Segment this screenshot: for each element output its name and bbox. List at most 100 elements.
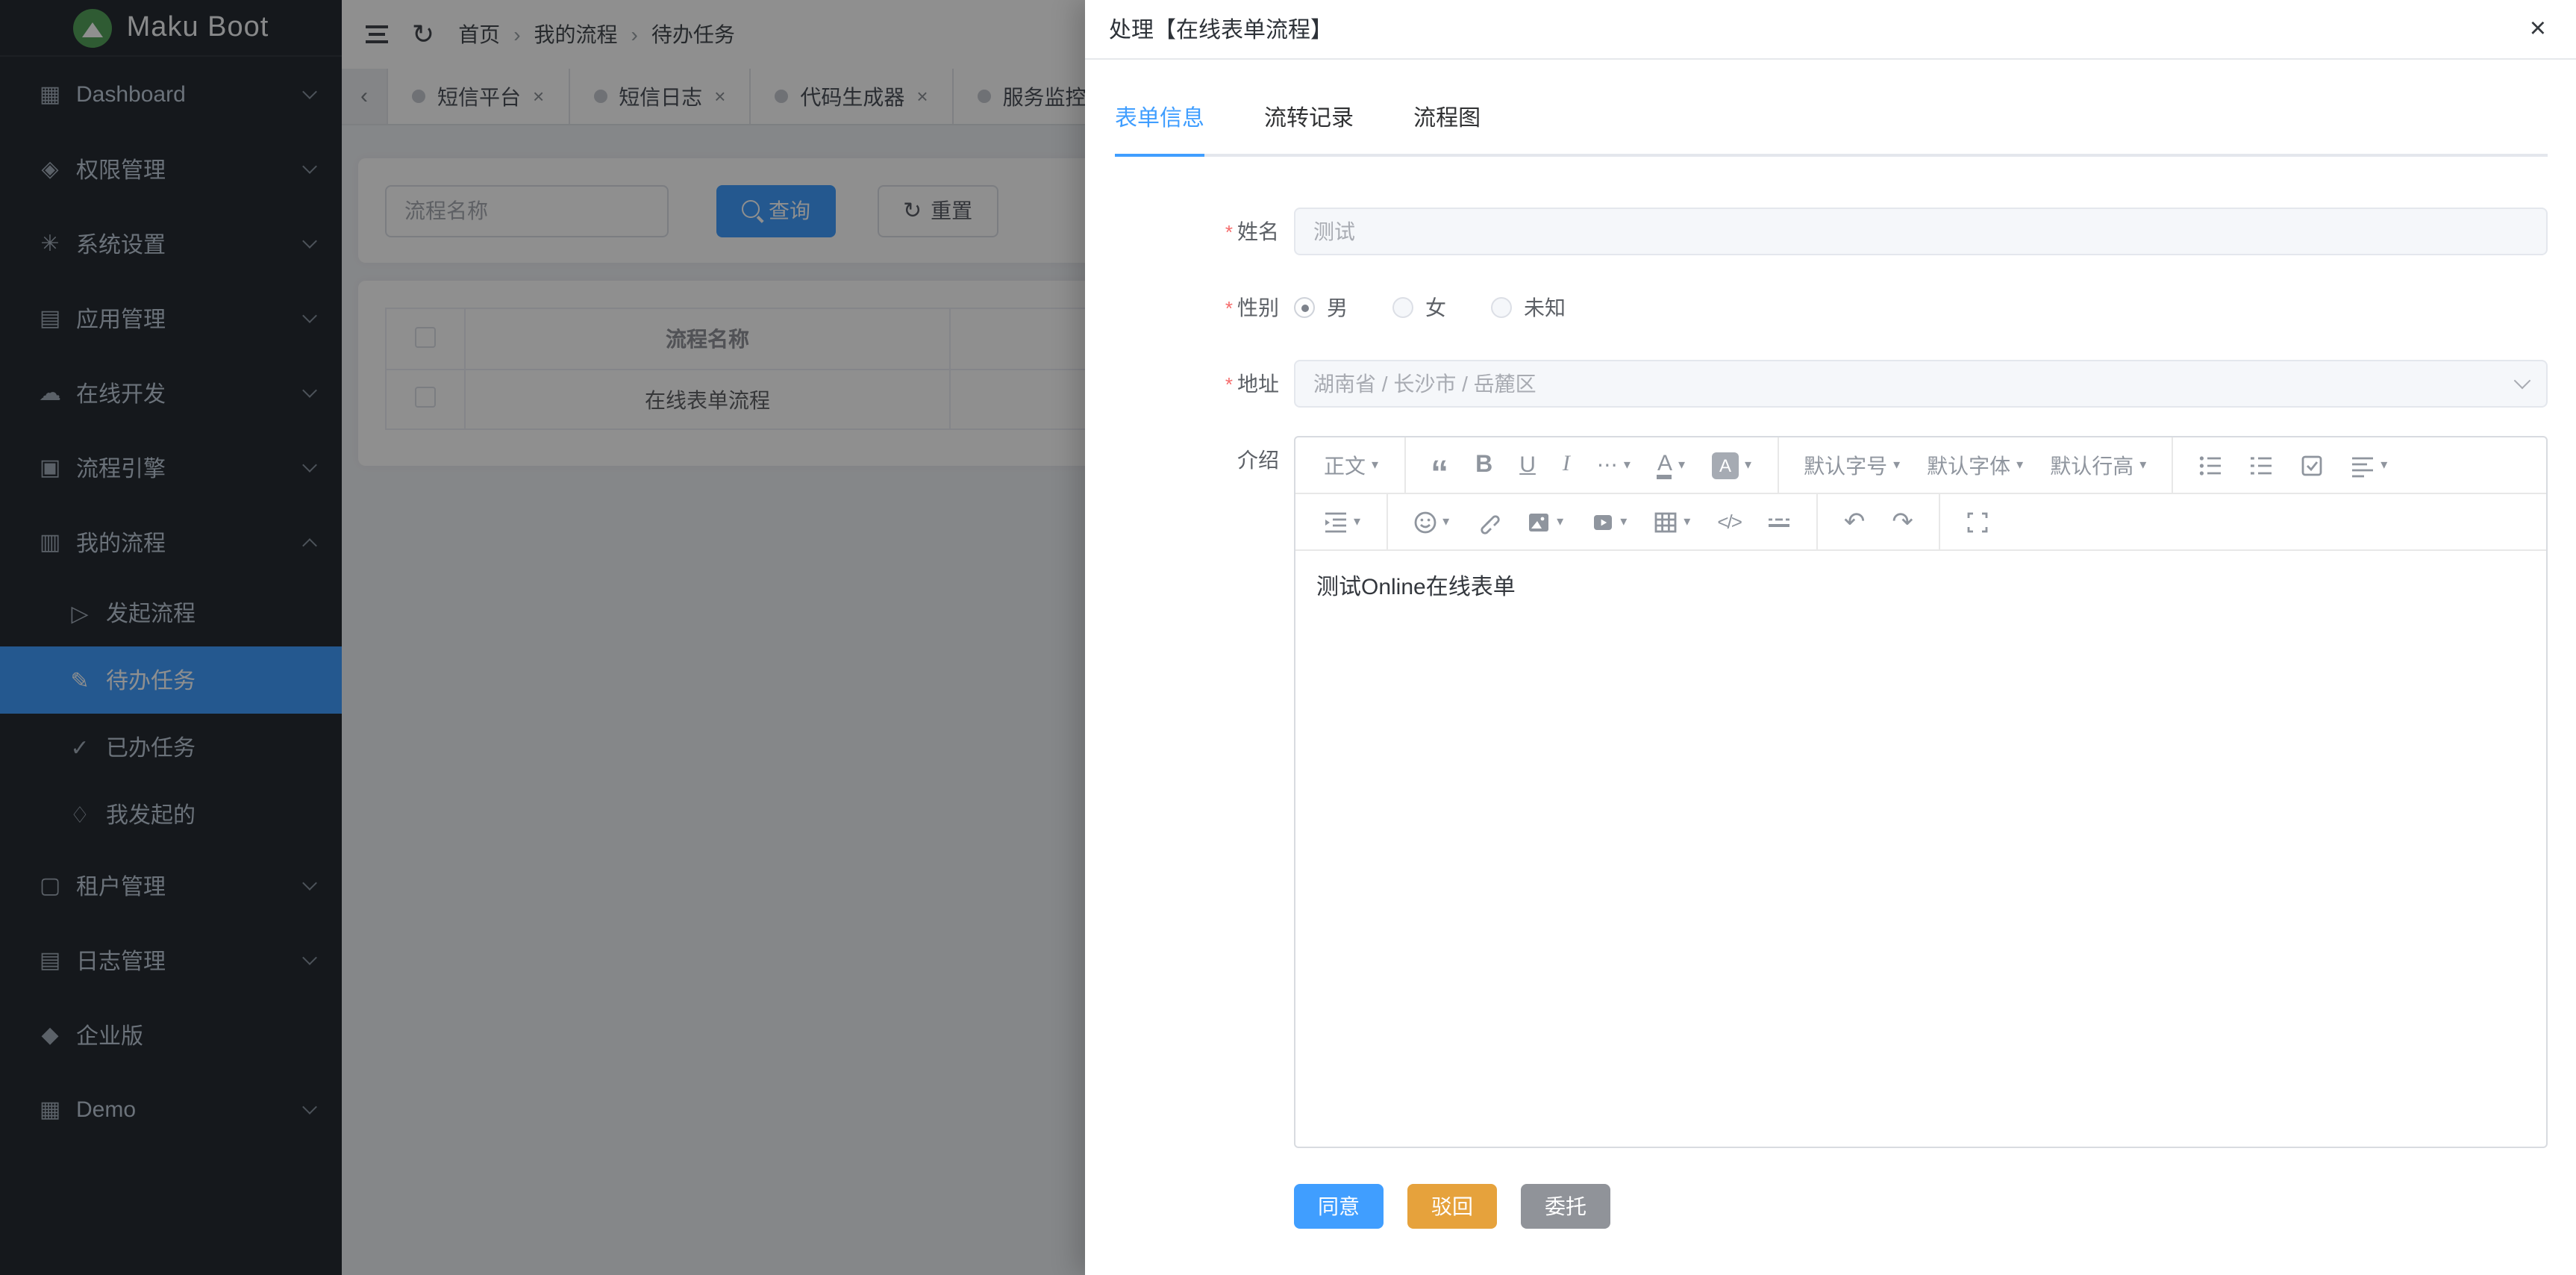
redo-icon: ↷ bbox=[1892, 507, 1913, 537]
italic-button[interactable]: I bbox=[1549, 444, 1584, 486]
form-row-address: *地址 湖南省 / 长沙市 / 岳麓区 bbox=[1115, 360, 2548, 409]
bullet-list-button[interactable] bbox=[2185, 444, 2236, 486]
todo-list-button[interactable] bbox=[2286, 444, 2337, 486]
tab-flow-record[interactable]: 流转记录 bbox=[1264, 87, 1354, 154]
caret-down-icon: ▾ bbox=[2380, 457, 2387, 473]
radio-label: 男 bbox=[1327, 293, 1348, 322]
form-row-gender: *性别 男 女 未知 bbox=[1115, 284, 2548, 333]
bg-color-icon: A bbox=[1712, 452, 1739, 478]
editor-text: 测试Online在线表单 bbox=[1316, 575, 1516, 600]
emoji-dropdown[interactable]: ▾ bbox=[1399, 501, 1463, 543]
caret-down-icon: ▾ bbox=[1372, 457, 1378, 473]
caret-down-icon: ▾ bbox=[1354, 514, 1360, 530]
quote-icon: “ bbox=[1431, 467, 1448, 481]
underline-button[interactable]: U bbox=[1506, 444, 1549, 486]
intro-label: 介绍 bbox=[1237, 448, 1279, 472]
bullet-list-icon bbox=[2198, 453, 2222, 477]
align-dropdown[interactable]: ▾ bbox=[2337, 444, 2401, 486]
address-value: 湖南省 / 长沙市 / 岳麓区 bbox=[1313, 369, 1536, 399]
more-styles-dropdown[interactable]: ⋯ ▾ bbox=[1584, 444, 1644, 486]
more-icon: ⋯ bbox=[1597, 452, 1618, 478]
name-field[interactable]: 测试 bbox=[1294, 208, 2548, 255]
form-row-name: *姓名 测试 bbox=[1115, 208, 2548, 257]
radio-icon bbox=[1392, 297, 1413, 318]
required-asterisk: * bbox=[1225, 373, 1233, 396]
video-icon bbox=[1590, 510, 1614, 534]
bold-button[interactable]: B bbox=[1462, 444, 1506, 486]
font-size-dropdown[interactable]: 默认字号 ▾ bbox=[1790, 444, 1913, 486]
link-icon bbox=[1476, 510, 1500, 534]
tab-form-info[interactable]: 表单信息 bbox=[1115, 87, 1204, 154]
drawer-title: 处理【在线表单流程】 bbox=[1109, 13, 2524, 45]
radio-male[interactable]: 男 bbox=[1294, 293, 1348, 322]
drawer-header: 处理【在线表单流程】 × bbox=[1085, 0, 2576, 60]
bg-color-dropdown[interactable]: A ▾ bbox=[1698, 444, 1765, 486]
required-asterisk: * bbox=[1225, 221, 1233, 243]
name-label: 姓名 bbox=[1237, 219, 1279, 243]
undo-button[interactable]: ↶ bbox=[1831, 501, 1879, 543]
paragraph-style-label: 正文 bbox=[1324, 450, 1366, 480]
tab-flow-diagram[interactable]: 流程图 bbox=[1413, 87, 1481, 154]
toolbar-separator bbox=[2172, 437, 2173, 493]
table-icon bbox=[1654, 510, 1678, 534]
image-icon bbox=[1527, 510, 1551, 534]
insert-table-dropdown[interactable]: ▾ bbox=[1640, 501, 1704, 543]
app-root: Maku Boot ▦ Dashboard ◈ 权限管理 ✳ 系统设置 ▤ 应用… bbox=[0, 0, 2576, 1275]
toolbar-separator bbox=[1939, 493, 1940, 550]
chevron-down-icon bbox=[2514, 372, 2531, 390]
toolbar-separator bbox=[1386, 493, 1387, 550]
radio-checked-icon bbox=[1294, 297, 1315, 318]
underline-icon: U bbox=[1519, 452, 1536, 478]
caret-down-icon: ▾ bbox=[1442, 514, 1449, 530]
process-drawer: 处理【在线表单流程】 × 表单信息 流转记录 流程图 *姓名 测试 *性别 bbox=[1085, 0, 2576, 1275]
todo-checkbox-icon bbox=[2300, 453, 2324, 477]
radio-label: 未知 bbox=[1524, 293, 1566, 322]
form-row-intro: 介绍 正文 ▾ “ B bbox=[1115, 436, 2548, 1148]
caret-down-icon: ▾ bbox=[1684, 514, 1690, 530]
caret-down-icon: ▾ bbox=[1620, 514, 1627, 530]
blockquote-button[interactable]: “ bbox=[1417, 444, 1462, 486]
gender-label: 性别 bbox=[1237, 296, 1279, 319]
redo-button[interactable]: ↷ bbox=[1878, 501, 1927, 543]
reject-button[interactable]: 驳回 bbox=[1407, 1184, 1497, 1229]
toolbar-separator bbox=[1817, 493, 1819, 550]
insert-video-dropdown[interactable]: ▾ bbox=[1577, 501, 1640, 543]
caret-down-icon: ▾ bbox=[2016, 457, 2023, 473]
radio-unknown[interactable]: 未知 bbox=[1491, 293, 1566, 322]
insert-divider-button[interactable] bbox=[1754, 501, 1805, 543]
caret-down-icon: ▾ bbox=[1624, 457, 1631, 473]
drawer-actions: 同意 驳回 委托 bbox=[1294, 1184, 2548, 1229]
indent-dropdown[interactable]: ▾ bbox=[1310, 501, 1374, 543]
agree-button[interactable]: 同意 bbox=[1294, 1184, 1384, 1229]
insert-image-dropdown[interactable]: ▾ bbox=[1513, 501, 1577, 543]
code-block-button[interactable]: </> bbox=[1704, 501, 1754, 543]
font-color-icon: A bbox=[1657, 452, 1672, 478]
fullscreen-button[interactable] bbox=[1952, 501, 2003, 543]
drawer-tabs: 表单信息 流转记录 流程图 bbox=[1115, 87, 2548, 157]
address-select[interactable]: 湖南省 / 长沙市 / 岳麓区 bbox=[1294, 360, 2548, 408]
line-height-dropdown[interactable]: 默认行高 ▾ bbox=[2036, 444, 2160, 486]
fullscreen-icon bbox=[1966, 510, 1989, 534]
font-color-dropdown[interactable]: A ▾ bbox=[1644, 444, 1698, 486]
toolbar-separator bbox=[1777, 437, 1778, 493]
close-icon[interactable]: × bbox=[2524, 15, 2552, 43]
align-justify-icon bbox=[2351, 453, 2375, 477]
delegate-button[interactable]: 委托 bbox=[1521, 1184, 1610, 1229]
required-asterisk: * bbox=[1225, 297, 1233, 319]
ordered-list-button[interactable] bbox=[2236, 444, 2286, 486]
insert-link-button[interactable] bbox=[1463, 501, 1513, 543]
caret-down-icon: ▾ bbox=[1678, 457, 1685, 473]
font-family-dropdown[interactable]: 默认字体 ▾ bbox=[1913, 444, 2036, 486]
caret-down-icon: ▾ bbox=[1557, 514, 1563, 530]
editor-content[interactable]: 测试Online在线表单 bbox=[1295, 551, 2546, 1147]
indent-icon bbox=[1324, 510, 1348, 534]
paragraph-style-dropdown[interactable]: 正文 ▾ bbox=[1310, 444, 1392, 486]
radio-female[interactable]: 女 bbox=[1392, 293, 1446, 322]
bold-icon: B bbox=[1475, 452, 1492, 478]
font-family-label: 默认字体 bbox=[1927, 450, 2010, 480]
name-value: 测试 bbox=[1313, 216, 1355, 246]
radio-icon bbox=[1491, 297, 1512, 318]
divider-icon bbox=[1768, 510, 1792, 534]
caret-down-icon: ▾ bbox=[1893, 457, 1900, 473]
caret-down-icon: ▾ bbox=[2139, 457, 2146, 473]
